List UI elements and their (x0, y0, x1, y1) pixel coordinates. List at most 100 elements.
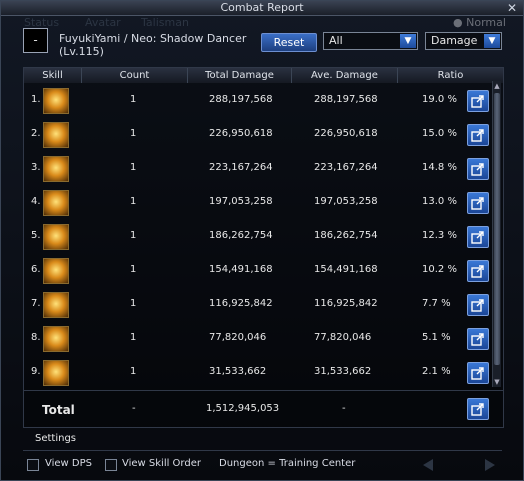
total-row: Total - 1,512,945,053 - (23, 391, 504, 428)
skill-icon (43, 224, 69, 250)
col-skill[interactable]: Skill (24, 68, 82, 83)
row-export-button[interactable] (467, 328, 489, 350)
skill-icon (43, 360, 69, 386)
metric-value: Damage (431, 34, 478, 47)
window-title: Combat Report (220, 1, 304, 14)
row-export-button[interactable] (467, 362, 489, 384)
metric-select[interactable]: Damage ▼ (425, 32, 502, 50)
view-skill-order-label: View Skill Order (122, 458, 201, 469)
row-total-damage: 226,950,618 (209, 128, 273, 139)
skill-table: Skill Count Total Damage Ave. Damage Rat… (23, 67, 504, 391)
row-count: 1 (130, 298, 137, 309)
chevron-down-icon[interactable]: ▼ (400, 34, 416, 48)
table-header: Skill Count Total Damage Ave. Damage Rat… (24, 68, 503, 83)
scroll-up-icon[interactable]: ▲ (493, 81, 501, 91)
character-level: (Lv.115) (59, 45, 104, 58)
row-ratio: 7.7 % (422, 298, 451, 309)
col-ratio[interactable]: Ratio (398, 68, 503, 83)
character-slot[interactable]: - (23, 28, 48, 53)
col-count[interactable]: Count (82, 68, 188, 83)
total-export-button[interactable] (467, 398, 489, 420)
col-ave-damage[interactable]: Ave. Damage (292, 68, 398, 83)
row-ave-damage: 31,533,662 (314, 366, 372, 377)
row-export-button[interactable] (467, 158, 489, 180)
row-ratio: 15.0 % (422, 128, 457, 139)
row-export-button[interactable] (467, 294, 489, 316)
dungeon-label: Dungeon = Training Center (219, 458, 356, 469)
row-export-button[interactable] (467, 90, 489, 112)
share-icon (471, 163, 484, 176)
chevron-down-icon[interactable]: ▼ (484, 34, 500, 48)
table-scrollbar[interactable]: ▲ ▼ (492, 81, 501, 387)
scroll-thumb[interactable] (494, 93, 500, 365)
prev-arrow-icon[interactable] (423, 459, 433, 471)
close-icon[interactable]: ✕ (507, 1, 517, 15)
row-index: 2. (31, 128, 41, 139)
row-count: 1 (130, 162, 137, 173)
share-icon (471, 197, 484, 210)
row-index: 3. (31, 162, 41, 173)
row-total-damage: 186,262,754 (209, 230, 273, 241)
table-row: 5. 1 186,262,754 186,262,754 12.3 % (24, 220, 503, 254)
row-export-button[interactable] (467, 192, 489, 214)
row-ratio: 2.1 % (422, 366, 451, 377)
view-dps-checkbox[interactable] (27, 459, 39, 471)
row-count: 1 (130, 332, 137, 343)
share-icon (471, 265, 484, 278)
row-ave-damage: 116,925,842 (314, 298, 378, 309)
character-name: FuyukiYami / Neo: Shadow Dancer (Lv.115) (59, 32, 246, 58)
share-icon (471, 367, 484, 380)
row-total-damage: 223,167,264 (209, 162, 273, 173)
combat-report-window: Combat Report ✕ Status Avatar Talisman ●… (0, 0, 524, 481)
bg-normal-label: Normal (466, 16, 506, 29)
table-row: 9. 1 31,533,662 31,533,662 2.1 % (24, 356, 503, 390)
row-ratio: 19.0 % (422, 94, 457, 105)
skill-icon (43, 326, 69, 352)
table-row: 1. 1 288,197,568 288,197,568 19.0 % (24, 84, 503, 118)
skill-icon (43, 122, 69, 148)
settings-tab[interactable]: Settings (35, 433, 76, 444)
table-row: 4. 1 197,053,258 197,053,258 13.0 % (24, 186, 503, 220)
character-name-line1: FuyukiYami / Neo: Shadow Dancer (59, 32, 247, 45)
table-row: 8. 1 77,820,046 77,820,046 5.1 % (24, 322, 503, 356)
row-ave-damage: 197,053,258 (314, 196, 378, 207)
next-arrow-icon[interactable] (485, 459, 495, 471)
row-ave-damage: 186,262,754 (314, 230, 378, 241)
row-count: 1 (130, 196, 137, 207)
row-index: 5. (31, 230, 41, 241)
skill-icon (43, 258, 69, 284)
total-ave: - (342, 403, 346, 414)
skill-icon (43, 190, 69, 216)
scroll-down-icon[interactable]: ▼ (493, 377, 501, 387)
skill-icon (43, 88, 69, 114)
row-total-damage: 31,533,662 (209, 366, 267, 377)
col-total-damage[interactable]: Total Damage (188, 68, 292, 83)
share-icon (471, 333, 484, 346)
table-row: 7. 1 116,925,842 116,925,842 7.7 % (24, 288, 503, 322)
row-total-damage: 116,925,842 (209, 298, 273, 309)
row-count: 1 (130, 230, 137, 241)
bg-tab-avatar: Avatar (85, 16, 121, 29)
row-ave-damage: 154,491,168 (314, 264, 378, 275)
reset-button[interactable]: Reset (261, 33, 317, 52)
filter-value: All (329, 34, 343, 47)
skill-icon (43, 156, 69, 182)
row-index: 9. (31, 366, 41, 377)
row-index: 6. (31, 264, 41, 275)
row-total-damage: 288,197,568 (209, 94, 273, 105)
view-skill-order-checkbox[interactable] (105, 459, 117, 471)
table-row: 6. 1 154,491,168 154,491,168 10.2 % (24, 254, 503, 288)
share-icon (471, 95, 484, 108)
row-export-button[interactable] (467, 226, 489, 248)
row-count: 1 (130, 94, 137, 105)
row-count: 1 (130, 128, 137, 139)
total-label: Total (42, 403, 75, 417)
row-ave-damage: 226,950,618 (314, 128, 378, 139)
row-export-button[interactable] (467, 260, 489, 282)
view-dps-label: View DPS (45, 458, 92, 469)
share-icon (471, 403, 484, 416)
table-row: 3. 1 223,167,264 223,167,264 14.8 % (24, 152, 503, 186)
row-export-button[interactable] (467, 124, 489, 146)
filter-select[interactable]: All ▼ (323, 32, 418, 50)
row-index: 4. (31, 196, 41, 207)
